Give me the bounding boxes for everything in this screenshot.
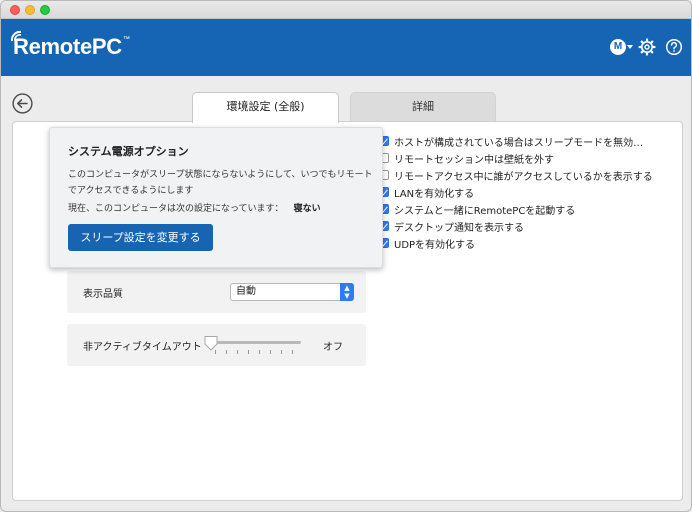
help-icon[interactable] xyxy=(665,38,683,56)
option-label: リモートセッション中は壁紙を外す xyxy=(394,155,554,166)
timeout-slider-thumb[interactable] xyxy=(204,335,218,351)
chevron-down-icon[interactable] xyxy=(627,45,633,49)
slider-tick xyxy=(281,350,282,354)
title-bar xyxy=(1,1,691,19)
option-label: UDPを有効化する xyxy=(394,240,476,251)
user-avatar[interactable]: M xyxy=(610,39,626,55)
slider-tick xyxy=(259,350,260,354)
display-quality-select[interactable]: 自動 ▲ ▼ xyxy=(230,283,354,301)
inactivity-timeout-row: 非アクティブタイムアウト オフ xyxy=(67,324,366,366)
tab-general-settings[interactable]: 環境設定 (全般) xyxy=(192,92,339,123)
gear-icon[interactable] xyxy=(638,38,656,56)
option-disable-sleep[interactable]: ホストが構成されている場合はスリープモードを無効… xyxy=(379,134,679,149)
close-window-button[interactable] xyxy=(10,5,20,15)
tab-advanced[interactable]: 詳細 xyxy=(350,92,496,122)
option-label: リモートアクセス中に誰がアクセスしているかを表示する xyxy=(394,172,653,183)
popover-description: このコンピュータがスリープ状態にならないようにして、いつでもリモートでアクセスで… xyxy=(68,170,373,196)
option-label: システムと一緒にRemotePCを起動する xyxy=(394,206,576,217)
option-show-who-accessing[interactable]: リモートアクセス中に誰がアクセスしているかを表示する xyxy=(379,168,679,183)
power-status-value: 寝ない xyxy=(293,204,321,214)
inactivity-timeout-label: 非アクティブタイムアウト xyxy=(83,342,202,353)
display-quality-row: 表示品質 自動 ▲ ▼ xyxy=(67,271,366,313)
change-sleep-settings-button[interactable]: スリープ設定を変更する xyxy=(68,224,213,251)
display-quality-label: 表示品質 xyxy=(83,289,123,300)
power-options-popover: システム電源オプション このコンピュータがスリープ状態にならないようにして、いつ… xyxy=(49,127,383,268)
display-quality-value: 自動 xyxy=(236,286,256,297)
option-desktop-notifications[interactable]: デスクトップ通知を表示する xyxy=(379,219,679,234)
power-status-label: 現在、このコンピュータは次の設定になっています： xyxy=(68,204,284,214)
popover-title: システム電源オプション xyxy=(68,145,189,158)
timeout-value: オフ xyxy=(323,342,343,353)
slider-tick xyxy=(237,350,238,354)
slider-tick xyxy=(292,350,293,354)
option-start-with-system[interactable]: システムと一緒にRemotePCを起動する xyxy=(379,202,679,217)
power-status: 現在、このコンピュータは次の設定になっています： 寝ない xyxy=(68,201,321,214)
option-enable-udp[interactable]: UDPを有効化する xyxy=(379,236,679,251)
slider-tick xyxy=(226,350,227,354)
app-window: RemotePC™ M 環境設定 (全般) 詳細 システム電源オプション このコ… xyxy=(0,0,692,512)
option-label: ホストが構成されている場合はスリープモードを無効… xyxy=(394,138,644,149)
option-label: LANを有効化する xyxy=(394,189,475,200)
option-remove-wallpaper[interactable]: リモートセッション中は壁紙を外す xyxy=(379,151,679,166)
timeout-slider-track[interactable] xyxy=(207,341,301,344)
remotepc-logo: RemotePC™ xyxy=(13,34,130,59)
option-label: デスクトップ通知を表示する xyxy=(394,223,524,234)
app-header: RemotePC™ M xyxy=(1,19,691,76)
maximize-window-button[interactable] xyxy=(40,5,50,15)
select-arrows-icon: ▲ ▼ xyxy=(340,283,354,301)
slider-tick xyxy=(270,350,271,354)
minimize-window-button[interactable] xyxy=(25,5,35,15)
slider-tick xyxy=(248,350,249,354)
back-arrow-icon[interactable] xyxy=(12,93,33,114)
option-enable-lan[interactable]: LANを有効化する xyxy=(379,185,679,200)
